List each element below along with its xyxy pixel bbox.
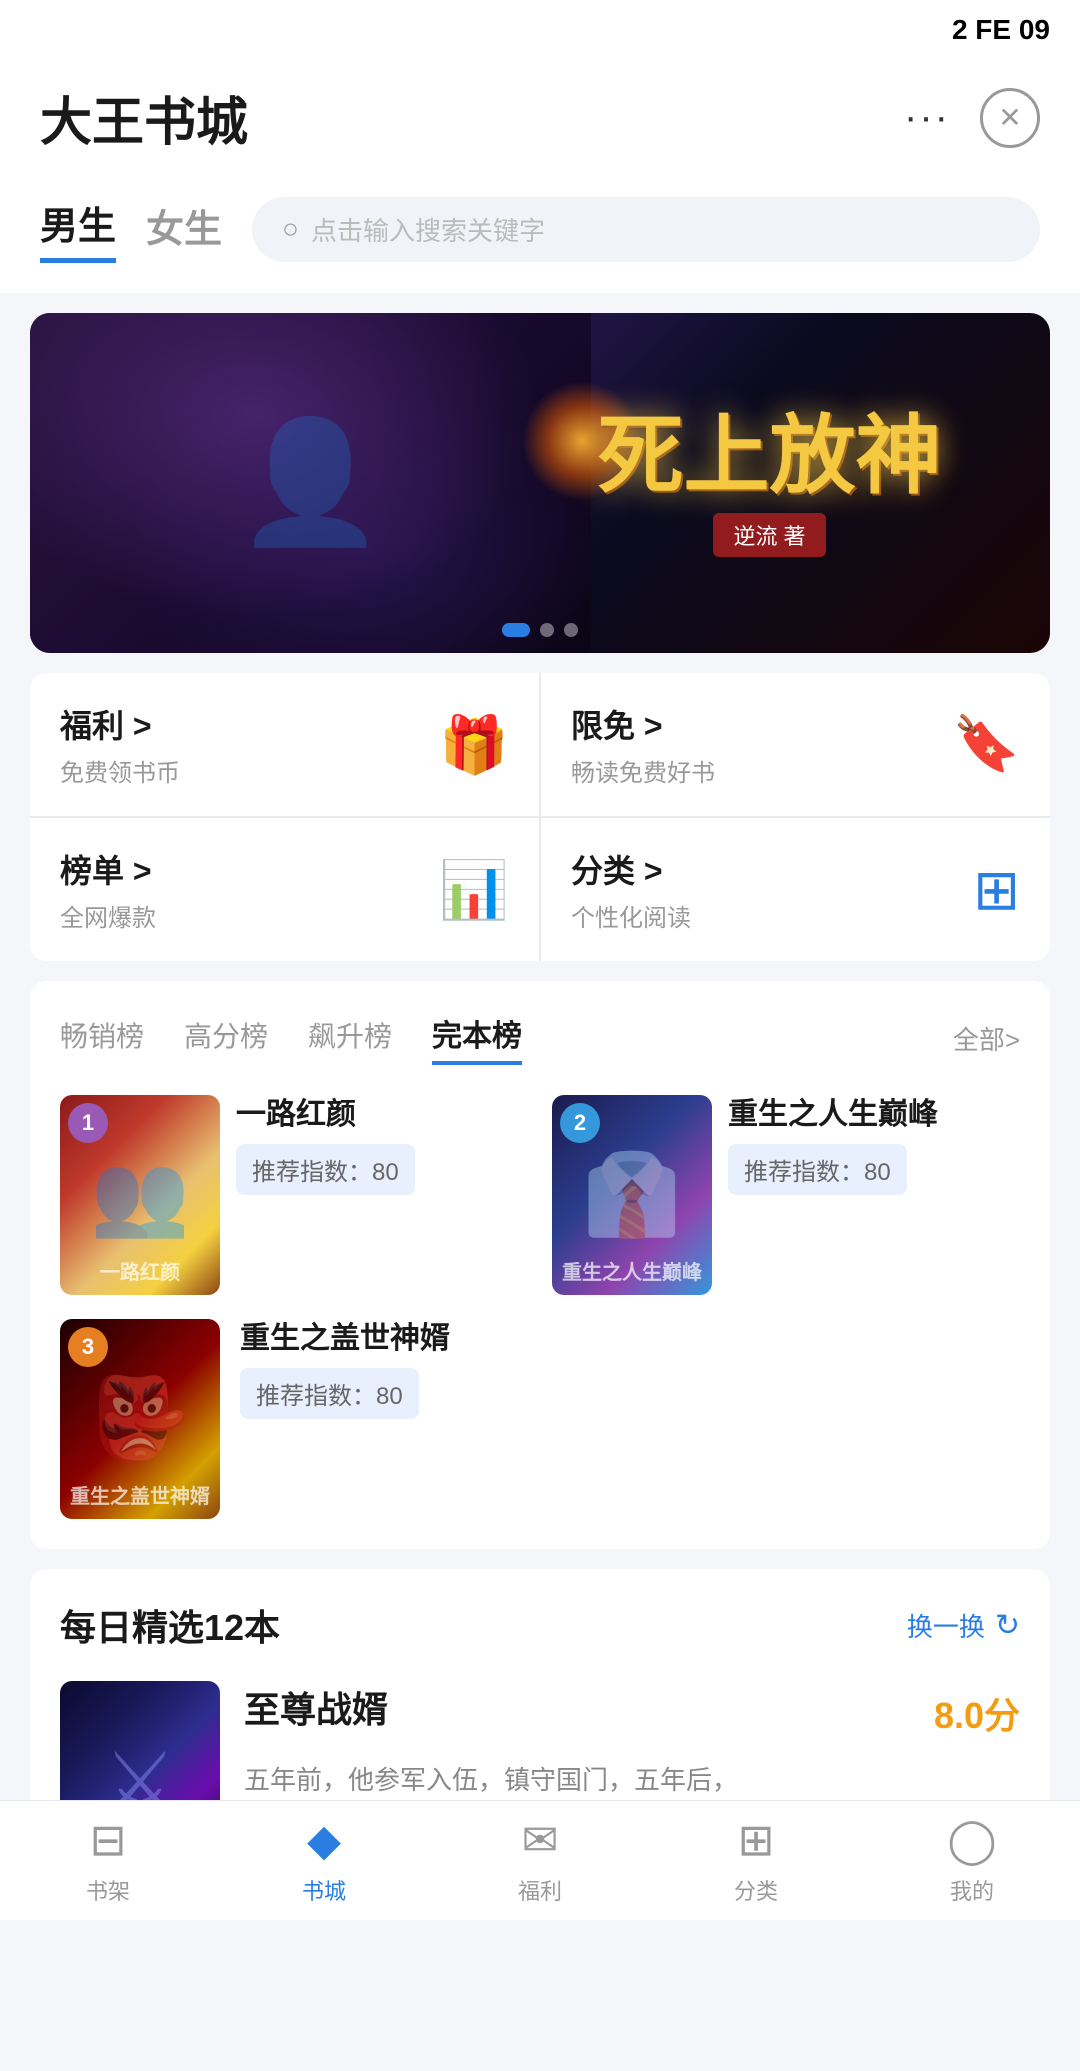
- nav-bookshelf-label: 书架: [86, 1874, 130, 1906]
- refresh-label: 换一换: [907, 1607, 985, 1644]
- banner-title: 死上放神: [598, 409, 942, 504]
- nav-welfare-label: 福利: [518, 1874, 562, 1906]
- top-books-grid: 👥 一路红颜 1 一路红颜 推荐指数：80 👔 重生之人生巅峰 2 重生之人生巅…: [60, 1095, 1020, 1295]
- book-cover-3: 👺 重生之盖世神婿 3: [60, 1319, 220, 1519]
- banner-author: 逆流 著: [713, 513, 825, 557]
- search-box[interactable]: ○ 点击输入搜索关键字: [252, 197, 1040, 262]
- book-title-3: 重生之盖世神婿: [240, 1319, 450, 1358]
- tab-female[interactable]: 女生: [146, 198, 222, 261]
- rank-badge-1: 1: [68, 1103, 108, 1143]
- nav-welfare[interactable]: ✉ 福利: [432, 1805, 648, 1916]
- banner-dot-1: [502, 623, 530, 637]
- bookstore-icon: ◆: [307, 1815, 341, 1866]
- more-options-button[interactable]: ···: [904, 95, 950, 140]
- tab-highscore[interactable]: 高分榜: [184, 1015, 268, 1061]
- quick-item-rankings[interactable]: 榜单 > 全网爆款 📊: [30, 818, 539, 961]
- categories-title: 分类 >: [571, 846, 691, 892]
- app-title: 大王书城: [40, 80, 248, 155]
- nav-bookstore-label: 书城: [302, 1874, 346, 1906]
- free-title: 限免 >: [571, 701, 715, 747]
- book-cover-2: 👔 重生之人生巅峰 2: [552, 1095, 712, 1295]
- banner-text: 死上放神 逆流 著: [489, 313, 1050, 653]
- rankings-subtitle: 全网爆款: [60, 898, 156, 933]
- free-subtitle: 畅读免费好书: [571, 753, 715, 788]
- rankings-tabs: 畅销榜 高分榜 飙升榜 完本榜 全部>: [60, 1011, 1020, 1065]
- book-cover-1: 👥 一路红颜 1: [60, 1095, 220, 1295]
- book-cover-text-3: 重生之盖世神婿: [60, 1480, 220, 1509]
- nav-categories-label: 分类: [734, 1874, 778, 1906]
- status-time: 2 FE 09: [952, 14, 1050, 46]
- header-actions: ··· ✕: [904, 88, 1040, 148]
- tab-bestseller[interactable]: 畅销榜: [60, 1015, 144, 1061]
- refresh-icon: ↻: [995, 1608, 1020, 1643]
- banner-dot-2: [540, 623, 554, 637]
- book-card-3[interactable]: 👺 重生之盖世神婿 3 重生之盖世神婿 推荐指数：80: [60, 1319, 1020, 1519]
- book-card-2[interactable]: 👔 重生之人生巅峰 2 重生之人生巅峰 推荐指数：80: [552, 1095, 1020, 1295]
- quick-menu-grid: 福利 > 免费领书币 🎁 限免 > 畅读免费好书 🔖 榜单 > 全网爆款 📊 分…: [30, 673, 1050, 961]
- bookmark-icon: 🔖: [953, 713, 1020, 776]
- book-score-3: 推荐指数：80: [240, 1368, 419, 1419]
- tab-male[interactable]: 男生: [40, 195, 116, 263]
- banner[interactable]: 👤 死上放神 逆流 著: [30, 313, 1050, 653]
- search-placeholder: 点击输入搜索关键字: [311, 211, 545, 248]
- book-score-1: 推荐指数：80: [236, 1144, 415, 1195]
- book-card-1[interactable]: 👥 一路红颜 1 一路红颜 推荐指数：80: [60, 1095, 528, 1295]
- header: 大王书城 ··· ✕: [0, 60, 1080, 185]
- rank-badge-3: 3: [68, 1327, 108, 1367]
- banner-dot-3: [564, 623, 578, 637]
- nav-bookshelf[interactable]: ⊟ 书架: [0, 1805, 216, 1916]
- daily-book-title: 至尊战婿: [244, 1681, 388, 1733]
- book-title-1: 一路红颜: [236, 1095, 415, 1134]
- view-all-link[interactable]: 全部>: [953, 1020, 1020, 1057]
- close-button[interactable]: ✕: [980, 88, 1040, 148]
- welfare-icon: ✉: [522, 1815, 559, 1866]
- nav-categories[interactable]: ⊞ 分类: [648, 1805, 864, 1916]
- banner-dots: [502, 623, 578, 637]
- rankings-section: 畅销榜 高分榜 飙升榜 完本榜 全部> 👥 一路红颜 1 一路红颜 推荐指数：8…: [30, 981, 1050, 1549]
- nav-mine[interactable]: ◯ 我的: [864, 1805, 1080, 1916]
- quick-item-categories[interactable]: 分类 > 个性化阅读 ⊞: [541, 818, 1050, 961]
- gift-icon: 🎁: [439, 712, 509, 778]
- welfare-title: 福利 >: [60, 701, 180, 747]
- book-cover-text-1: 一路红颜: [60, 1256, 220, 1285]
- welfare-subtitle: 免费领书币: [60, 753, 180, 788]
- categories-subtitle: 个性化阅读: [571, 898, 691, 933]
- rankings-title: 榜单 >: [60, 846, 156, 892]
- categories-nav-icon: ⊞: [738, 1815, 775, 1866]
- quick-item-free[interactable]: 限免 > 畅读免费好书 🔖: [541, 673, 1050, 816]
- tab-rising[interactable]: 飙升榜: [308, 1015, 392, 1061]
- search-icon: ○: [282, 213, 299, 245]
- book-title-2: 重生之人生巅峰: [728, 1095, 938, 1134]
- grid-icon: ⊞: [973, 857, 1020, 923]
- chart-icon: 📊: [439, 857, 509, 923]
- book-cover-text-2: 重生之人生巅峰: [552, 1256, 712, 1285]
- book-score-2: 推荐指数：80: [728, 1144, 907, 1195]
- mine-icon: ◯: [947, 1815, 996, 1866]
- gender-search-row: 男生 女生 ○ 点击输入搜索关键字: [0, 185, 1080, 293]
- daily-title: 每日精选12本: [60, 1599, 280, 1651]
- daily-header: 每日精选12本 换一换 ↻: [60, 1599, 1020, 1651]
- tab-completed[interactable]: 完本榜: [432, 1011, 522, 1065]
- quick-item-welfare[interactable]: 福利 > 免费领书币 🎁: [30, 673, 539, 816]
- daily-book-score: 8.0分: [934, 1687, 1020, 1739]
- nav-bookstore[interactable]: ◆ 书城: [216, 1805, 432, 1916]
- bottom-spacer: [0, 1931, 1080, 2071]
- banner-character-art: 👤: [236, 413, 385, 553]
- status-bar: 2 FE 09: [0, 0, 1080, 60]
- nav-mine-label: 我的: [950, 1874, 994, 1906]
- bookshelf-icon: ⊟: [90, 1815, 127, 1866]
- bottom-nav: ⊟ 书架 ◆ 书城 ✉ 福利 ⊞ 分类 ◯ 我的: [0, 1800, 1080, 1920]
- daily-book-desc: 五年前，他参军入伍，镇守国门，五年后，: [244, 1761, 1020, 1800]
- refresh-button[interactable]: 换一换 ↻: [907, 1607, 1020, 1644]
- rank-badge-2: 2: [560, 1103, 600, 1143]
